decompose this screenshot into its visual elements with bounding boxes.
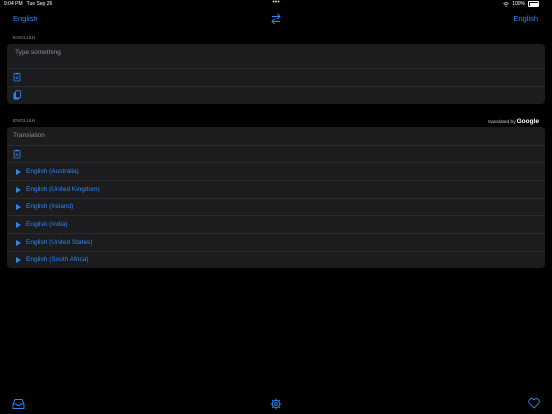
status-date: Tue Sep 26 (26, 1, 53, 7)
paste-icon[interactable] (12, 72, 22, 82)
output-language-label: ENGLISH (13, 119, 36, 124)
input-language-label: ENGLISH (13, 36, 36, 41)
battery-percent: 100% (512, 1, 525, 7)
voice-label: English (Australia) (26, 168, 79, 175)
status-bar: 9:04 PM Tue Sep 26 ••• 100% (0, 0, 552, 9)
translation-output: Translation (13, 132, 45, 139)
play-icon (16, 203, 21, 210)
divider (7, 68, 545, 69)
copy-translation-icon[interactable] (12, 149, 22, 159)
clipboard-icon[interactable] (12, 90, 22, 100)
bottom-toolbar (0, 396, 552, 414)
voice-label: English (India) (26, 221, 68, 228)
voice-label: English (South Africa) (26, 256, 89, 263)
voice-row-australia[interactable]: English (Australia) (7, 163, 545, 180)
language-bar: English English (0, 12, 552, 26)
voice-row-south-africa[interactable]: English (South Africa) (7, 251, 545, 268)
inbox-icon[interactable] (12, 398, 25, 410)
voice-label: English (United States) (26, 239, 93, 246)
favorites-heart-icon[interactable] (528, 398, 540, 409)
google-logo: Google (516, 118, 539, 125)
play-icon (16, 186, 21, 193)
play-icon (16, 256, 21, 263)
voice-label: English (United Kingdom) (26, 186, 100, 193)
divider (7, 86, 545, 87)
divider (7, 145, 545, 146)
output-card: Translation English (Australia) English … (7, 127, 545, 268)
input-field[interactable]: Type something (15, 49, 61, 56)
battery-icon (528, 1, 539, 7)
status-time: 9:04 PM (4, 1, 23, 7)
multitasking-dots-icon[interactable]: ••• (272, 0, 279, 6)
google-attribution: translated by Google (488, 118, 539, 125)
source-language-button[interactable]: English (13, 14, 38, 23)
voice-row-ireland[interactable]: English (Ireland) (7, 198, 545, 215)
attribution-text: translated by (488, 120, 516, 125)
play-icon (16, 168, 21, 175)
target-language-button[interactable]: English (513, 14, 538, 23)
voice-row-india[interactable]: English (India) (7, 216, 545, 233)
swap-languages-icon[interactable] (270, 13, 282, 25)
voice-row-united-kingdom[interactable]: English (United Kingdom) (7, 181, 545, 198)
play-icon (16, 239, 21, 246)
settings-gear-icon[interactable] (270, 398, 282, 410)
wifi-icon (503, 1, 509, 7)
input-card: Type something (7, 44, 545, 104)
voice-label: English (Ireland) (26, 203, 74, 210)
play-icon (16, 221, 21, 228)
voice-row-united-states[interactable]: English (United States) (7, 234, 545, 251)
